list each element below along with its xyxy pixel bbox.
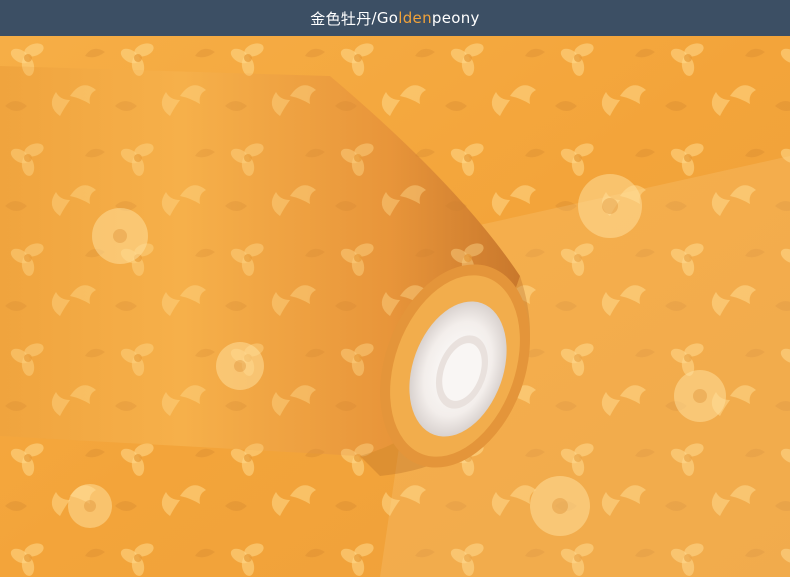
product-photo [0,36,790,577]
title-bar: 金色牡丹 / Go lden peony [0,0,790,36]
title-english-part-a: Go [376,9,399,27]
title-english-part-b: peony [431,9,480,27]
title-chinese: 金色牡丹 [310,9,372,28]
wallpaper-roll-illustration [0,36,790,577]
title-english-highlight: lden [398,9,432,27]
